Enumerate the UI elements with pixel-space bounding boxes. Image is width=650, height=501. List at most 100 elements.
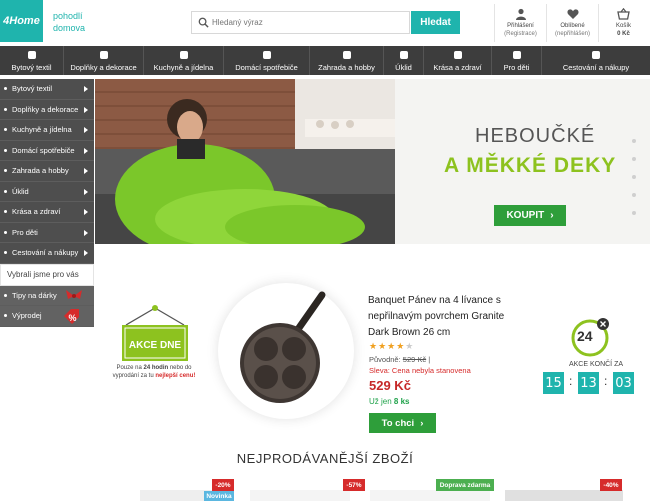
bullet-icon xyxy=(4,251,7,254)
product-thumbnail[interactable] xyxy=(370,490,490,501)
arrow-right-icon xyxy=(84,127,88,133)
slogan-line-1: pohodlí xyxy=(53,11,83,21)
arrow-right-icon xyxy=(84,168,88,174)
bullet-icon xyxy=(4,210,7,213)
bullet-icon xyxy=(4,87,7,90)
hero-buy-label: KOUPIT xyxy=(506,210,545,221)
arrow-right-icon xyxy=(84,147,88,154)
original-price-value: 529 Kč xyxy=(402,355,427,364)
free-shipping-badge: Doprava zdarma xyxy=(436,479,494,491)
bullet-icon xyxy=(4,128,7,131)
nav-label: Cestování a nákupy xyxy=(562,63,630,72)
countdown-seconds: 03 xyxy=(613,372,634,394)
nav-item-uklid[interactable]: Úklid xyxy=(384,46,424,75)
register-label: (Registrace) xyxy=(504,31,537,37)
slider-dot[interactable] xyxy=(632,193,636,197)
slider-dot[interactable] xyxy=(632,139,636,143)
countdown-title: AKCE KONČÍ ZA xyxy=(568,361,624,368)
sidebar-item-label: Pro děti xyxy=(12,227,38,237)
buy-now-label: To chci xyxy=(381,417,415,429)
top-navigation: Bytový textil Doplňky a dekorace Kuchyně… xyxy=(0,46,650,75)
sidebar-item-spotrebice[interactable]: Domácí spotřebiče xyxy=(0,140,94,161)
nav-item-krasa[interactable]: Krása a zdraví xyxy=(424,46,492,75)
cart-label: Košík xyxy=(615,23,631,29)
deal-sign-label: AKCE DNE xyxy=(128,340,182,351)
slider-dots xyxy=(632,139,636,229)
sidebar-item-label: Doplňky a dekorace xyxy=(12,104,79,114)
nav-item-cestovani[interactable]: Cestování a nákupy xyxy=(542,46,650,75)
sidebar-item-kuchyne[interactable]: Kuchyně a jídelna xyxy=(0,120,94,141)
bestsellers-title: NEJPRODÁVANĚJŠÍ ZBOŽÍ xyxy=(236,451,414,466)
nav-item-bytovy-textil[interactable]: Bytový textil xyxy=(0,46,64,75)
discount-badge: -57% xyxy=(343,479,365,491)
countdown-separator: : xyxy=(604,374,608,388)
travel-icon xyxy=(592,51,600,59)
sidebar-item-deti[interactable]: Pro děti xyxy=(0,222,94,243)
sidebar-item-sale[interactable]: Výprodej % xyxy=(0,306,94,327)
product-image[interactable] xyxy=(218,283,354,419)
slider-dot[interactable] xyxy=(632,157,636,161)
nav-label: Krása a zdraví xyxy=(433,63,482,72)
kids-icon xyxy=(512,51,521,59)
hero-photo xyxy=(95,79,395,244)
hero-buy-button[interactable]: KOUPIT › xyxy=(494,205,566,226)
nav-item-kuchyne[interactable]: Kuchyně a jídelna xyxy=(144,46,224,75)
percent-tag-icon: % xyxy=(64,309,79,324)
search-button[interactable]: Hledat xyxy=(411,11,460,34)
sidebar-item-gift-tips[interactable]: Tipy na dárky xyxy=(0,285,94,306)
hero-banner[interactable]: HEBOUČKÉ A MĚKKÉ DEKY KOUPIT › xyxy=(95,79,650,244)
arrow-right-icon xyxy=(84,229,88,236)
sidebar-item-label: Úklid xyxy=(12,186,29,196)
sidebar-item-uklid[interactable]: Úklid xyxy=(0,181,94,202)
nav-item-zahrada[interactable]: Zahrada a hobby xyxy=(310,46,384,75)
buy-now-button[interactable]: To chci › xyxy=(369,413,436,433)
nav-label: Kuchyně a jídelna xyxy=(153,63,214,72)
cart-link[interactable]: Košík 0 Kč xyxy=(598,4,648,42)
slogan: pohodlí domova xyxy=(53,10,85,34)
sidebar-item-label: Kuchyně a jídelna xyxy=(12,125,72,135)
cart-total: 0 Kč xyxy=(617,31,630,37)
chevron-right-icon: › xyxy=(420,417,424,429)
logo[interactable]: 4Home xyxy=(0,0,43,42)
sidebar-item-label: Cestování a nákupy xyxy=(12,248,79,258)
page: 4Home pohodlí domova Hledat Přihlášení (… xyxy=(0,0,650,501)
slider-dot[interactable] xyxy=(632,175,636,179)
arrow-right-icon xyxy=(84,106,88,113)
deal-sign-icon xyxy=(122,305,188,361)
sidebar-item-doplnky[interactable]: Doplňky a dekorace xyxy=(0,99,94,120)
deal-note-end: ! xyxy=(193,373,196,379)
nav-item-spotrebice[interactable]: Domácí spotřebiče xyxy=(224,46,310,75)
sidebar-item-zahrada[interactable]: Zahrada a hobby xyxy=(0,161,94,182)
login-link[interactable]: Přihlášení (Registrace) xyxy=(494,4,546,42)
discount-badge: -20% xyxy=(212,479,234,491)
heart-icon xyxy=(566,9,579,19)
nav-item-doplnky[interactable]: Doplňky a dekorace xyxy=(64,46,144,75)
appliance-icon xyxy=(262,51,271,59)
sidebar-item-cestovani[interactable]: Cestování a nákupy xyxy=(0,243,94,264)
category-sidebar: Bytový textil Doplňky a dekorace Kuchyně… xyxy=(0,79,94,327)
nav-label: Bytový textil xyxy=(11,63,52,72)
product-thumbnail[interactable] xyxy=(250,490,350,501)
nav-item-deti[interactable]: Pro děti xyxy=(492,46,542,75)
star-empty-icon: ★ xyxy=(405,341,415,351)
favorites-link[interactable]: Oblíbené (nepřihlášen) xyxy=(546,4,598,42)
bullet-icon xyxy=(4,314,7,317)
sidebar-item-bytovy-textil[interactable]: Bytový textil xyxy=(0,79,94,100)
nav-label: Doplňky a dekorace xyxy=(70,63,137,72)
product-thumbnail[interactable] xyxy=(505,490,623,501)
sidebar-item-label: Bytový textil xyxy=(12,84,53,94)
search-input[interactable] xyxy=(212,14,402,31)
search-box xyxy=(191,11,410,34)
nav-label: Zahrada a hobby xyxy=(318,63,375,72)
slider-dot[interactable] xyxy=(632,211,636,215)
basket-icon xyxy=(617,8,630,20)
deal-note-hours: 24 hodin xyxy=(143,365,169,371)
discount-text: Sleva: Cena nebyla stanovena xyxy=(369,366,471,375)
sidebar-item-label: Tipy na dárky xyxy=(12,290,57,300)
deal-note-best-price: nejlepší cenu xyxy=(155,373,194,379)
bullet-icon xyxy=(4,293,7,297)
arrow-right-icon xyxy=(84,250,88,256)
product-title[interactable]: Banquet Pánev na 4 lívance s nepřilnavým… xyxy=(368,293,528,341)
sidebar-item-krasa[interactable]: Krása a zdraví xyxy=(0,202,94,223)
bullet-icon xyxy=(4,169,7,172)
